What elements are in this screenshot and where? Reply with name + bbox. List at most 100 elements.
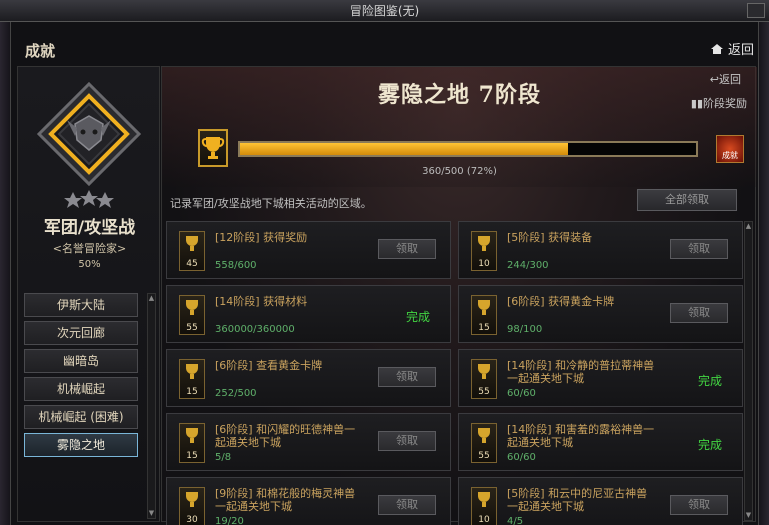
nav-scrollbar[interactable]: ▲ ▼ (147, 293, 156, 519)
achievement-progress: 5/8 (215, 452, 232, 463)
stage-progress-bar (238, 141, 698, 157)
trophy-icon: 55 (179, 295, 205, 335)
achievement-points: 55 (186, 323, 198, 333)
achievement-points: 55 (478, 387, 490, 397)
nav-item-isle[interactable]: 伊斯大陆 (24, 293, 138, 317)
achievement-card: 15 [6阶段] 获得黄金卡牌 98/100 领取 (458, 285, 743, 343)
claim-button[interactable]: 领取 (378, 367, 436, 387)
trophy-cup-icon (478, 364, 490, 379)
trophy-icon: 10 (471, 231, 497, 271)
achievement-title: [14阶段] 和冷静的普拉蒂神兽一起通关地下城 (507, 359, 655, 385)
nav-item-misty-land[interactable]: 雾隐之地 (24, 433, 138, 457)
stage-back-button[interactable]: ↩返回 (710, 71, 741, 87)
claim-button[interactable]: 领取 (378, 431, 436, 451)
achievement-card: 55 [14阶段] 获得材料 360000/360000 完成 (166, 285, 451, 343)
achievement-points: 15 (478, 323, 490, 333)
achievement-points: 10 (478, 259, 490, 269)
scroll-down-icon[interactable]: ▼ (148, 509, 155, 518)
stage-progress-text: 360/500 (72%) (422, 166, 497, 177)
trophy-cup-icon (478, 236, 490, 251)
list-scroll-down-icon[interactable]: ▼ (745, 511, 752, 520)
claim-button[interactable]: 领取 (378, 239, 436, 259)
trophy-cup-icon (186, 236, 198, 251)
list-scroll-up-icon[interactable]: ▲ (745, 222, 752, 231)
reward-chest-label: 成就 (722, 151, 738, 160)
achievement-points: 30 (186, 515, 198, 525)
nav-item-dimension-corridor[interactable]: 次元回廊 (24, 321, 138, 345)
stage-trophy-icon (198, 129, 228, 167)
trophy-cup-icon (478, 300, 490, 315)
home-back-button[interactable]: 返回 (710, 39, 754, 58)
achievement-points: 45 (186, 259, 198, 269)
reward-icon: ▮▮ (690, 97, 703, 110)
return-icon: ↩ (709, 73, 719, 86)
achievement-scrollbar[interactable]: ▲ ▼ (744, 221, 753, 521)
achievement-progress: 60/60 (507, 452, 536, 463)
achievement-progress: 360000/360000 (215, 324, 295, 335)
achievement-progress: 252/500 (215, 388, 257, 399)
achievement-card: 30 [9阶段] 和棉花般的梅灵神兽一起通关地下城 19/20 领取 (166, 477, 451, 525)
achievement-progress: 558/600 (215, 260, 257, 271)
achievement-complete-label: 完成 (697, 374, 722, 388)
category-panel: 军团/攻坚战 <名誉冒险家> 50% 伊斯大陆 次元回廊 幽暗岛 机械崛起 机械… (17, 66, 160, 522)
trophy-cup-icon (478, 428, 490, 443)
achievement-complete-label: 完成 (697, 438, 722, 452)
achievement-title: [6阶段] 查看黄金卡牌 (215, 359, 323, 372)
achievement-title: [9阶段] 和棉花般的梅灵神兽一起通关地下城 (215, 487, 356, 513)
category-emblem-icon (36, 81, 142, 208)
nav-item-dark-island[interactable]: 幽暗岛 (24, 349, 138, 373)
home-back-label: 返回 (727, 43, 754, 58)
dungeon-nav: 伊斯大陆 次元回廊 幽暗岛 机械崛起 机械崛起 (困难) 雾隐之地 (24, 293, 146, 461)
achievement-title: [14阶段] 获得材料 (215, 295, 308, 308)
stage-reward-chest-icon[interactable]: 成就 (716, 135, 744, 163)
stage-description: 记录军团/攻坚战地下城相关活动的区域。 (170, 197, 372, 210)
achievement-progress: 19/20 (215, 516, 244, 525)
scroll-up-icon[interactable]: ▲ (148, 294, 155, 303)
trophy-icon: 15 (471, 295, 497, 335)
achievement-complete-label: 完成 (405, 310, 430, 324)
home-icon (710, 44, 723, 54)
trophy-icon: 15 (179, 423, 205, 463)
stage-title: 雾隐之地 7阶段 (378, 82, 541, 108)
category-title: 军团/攻坚战 (43, 218, 136, 238)
page-title: 成就 (25, 42, 56, 60)
stage-reward-button[interactable]: ▮▮阶段奖励 (691, 95, 747, 111)
close-button[interactable] (747, 3, 765, 18)
trophy-icon: 15 (179, 359, 205, 399)
claim-all-button[interactable]: 全部领取 (637, 189, 737, 211)
claim-button[interactable]: 领取 (378, 495, 436, 515)
trophy-cup-icon (186, 364, 198, 379)
achievement-card: 10 [5阶段] 获得装备 244/300 领取 (458, 221, 743, 279)
claim-button[interactable]: 领取 (670, 303, 728, 323)
achievement-progress: 60/60 (507, 388, 536, 399)
achievement-title: [14阶段] 和害羞的露裕神兽一起通关地下城 (507, 423, 655, 449)
achievement-card: 55 [14阶段] 和冷静的普拉蒂神兽一起通关地下城 60/60 完成 (458, 349, 743, 407)
achievement-card: 15 [6阶段] 查看黄金卡牌 252/500 领取 (166, 349, 451, 407)
stage-panel: 雾隐之地 7阶段 ↩返回 ▮▮阶段奖励 成就 360/500 (72%) 记录军… (161, 66, 757, 525)
achievement-progress: 98/100 (507, 324, 543, 335)
trophy-cup-icon (186, 428, 198, 443)
achievement-progress: 4/5 (507, 516, 524, 525)
stage-progress-fill (240, 143, 569, 155)
trophy-icon: 45 (179, 231, 205, 271)
header: 成就 返回 (11, 36, 760, 64)
nav-item-machine-rise-hard[interactable]: 机械崛起 (困难) (24, 405, 138, 429)
achievement-title: [12阶段] 获得奖励 (215, 231, 308, 244)
achievement-title: [5阶段] 获得装备 (507, 231, 593, 244)
trophy-cup-icon (186, 300, 198, 315)
trophy-icon: 55 (471, 423, 497, 463)
trophy-icon: 30 (179, 487, 205, 525)
achievement-points: 10 (478, 515, 490, 525)
claim-button[interactable]: 领取 (670, 495, 728, 515)
achievement-card: 10 [5阶段] 和云中的尼亚古神兽一起通关地下城 4/5 领取 (458, 477, 743, 525)
left-background-strip (0, 22, 10, 525)
achievement-title: [6阶段] 和闪耀的旺德神兽一起通关地下城 (215, 423, 356, 449)
window-title: 冒险图鉴(无) (349, 4, 420, 18)
nav-item-machine-rise[interactable]: 机械崛起 (24, 377, 138, 401)
achievement-title: [6阶段] 获得黄金卡牌 (507, 295, 615, 308)
claim-button[interactable]: 领取 (670, 239, 728, 259)
stage-reward-label: 阶段奖励 (703, 97, 747, 110)
achievement-card: 15 [6阶段] 和闪耀的旺德神兽一起通关地下城 5/8 领取 (166, 413, 451, 471)
achievement-progress: 244/300 (507, 260, 549, 271)
right-background-strip (759, 22, 769, 525)
